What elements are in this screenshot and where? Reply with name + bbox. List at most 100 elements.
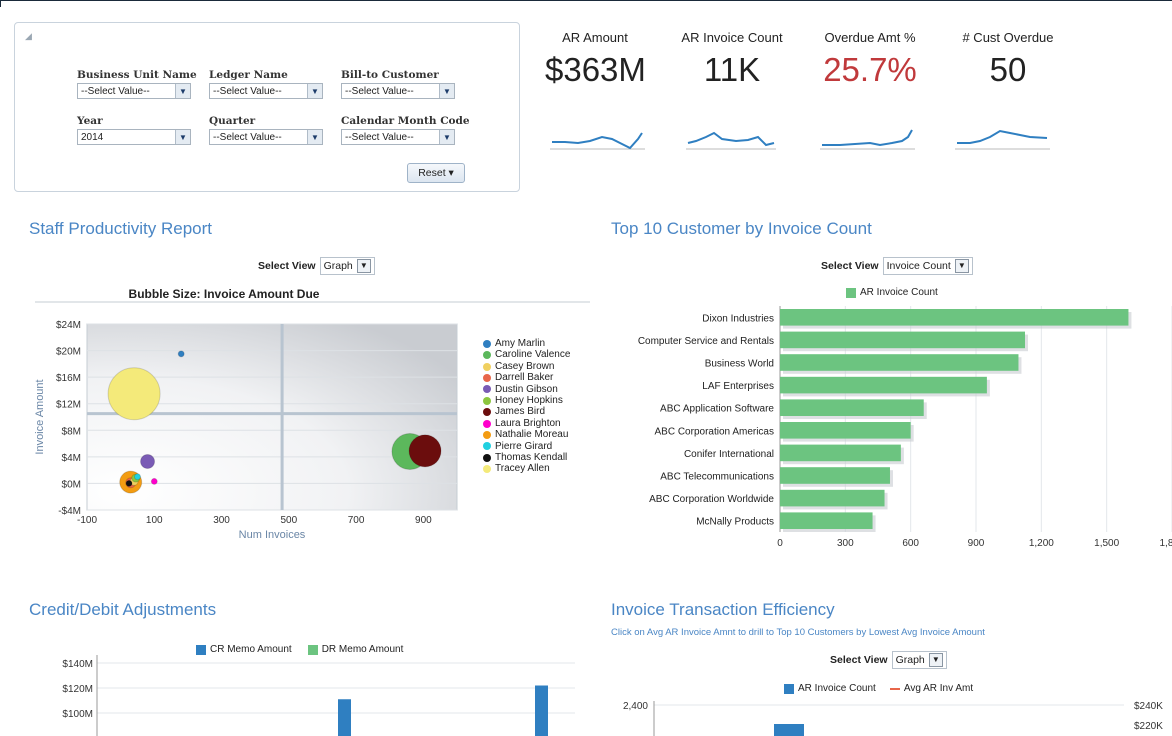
- filter-panel: ◢ Business Unit Name --Select Value-- ▼ L…: [14, 22, 520, 192]
- quarter-filter: Quarter --Select Value-- ▼: [209, 115, 323, 145]
- bar: [780, 489, 885, 507]
- bubble-legend: Amy Marlin Caroline Valence Casey Brown Dar…: [483, 338, 570, 475]
- staff-view-dropdown[interactable]: Graph ▼: [319, 257, 375, 275]
- ledger-select[interactable]: --Select Value-- ▼: [209, 83, 323, 99]
- bar: [535, 685, 548, 736]
- chevron-down-icon[interactable]: ▼: [356, 259, 371, 273]
- legend-dot: [483, 465, 491, 474]
- kpi-value: 11K: [703, 51, 761, 88]
- y2-tick-label: $220K: [1134, 721, 1163, 732]
- bubble-laura-brighton: [150, 477, 158, 485]
- sparkline-cust-overdue: [955, 129, 1050, 150]
- bubble-tracey-allen: [107, 367, 161, 421]
- legend-label: Honey Hopkins: [495, 395, 563, 407]
- y2-tick-label: $240K: [1134, 701, 1163, 712]
- bar: [780, 309, 1129, 326]
- kpi-overdue-pct: Overdue Amt % 25.7%: [805, 30, 935, 89]
- select-view-value: Graph: [895, 654, 925, 666]
- bar: [780, 399, 924, 416]
- chevron-down-icon[interactable]: ▼: [954, 259, 969, 273]
- bubble-amy-marlin: [177, 350, 185, 358]
- bar: [780, 376, 987, 394]
- sparkline-invoice-count: [686, 131, 776, 150]
- chevron-down-icon[interactable]: ▼: [928, 653, 943, 667]
- legend-swatch: [307, 644, 318, 655]
- legend-label: James Bird: [495, 406, 546, 418]
- filter-label: Year: [77, 115, 103, 127]
- select-value: --Select Value--: [213, 85, 282, 97]
- category-label: ABC Corporation Worldwide: [649, 494, 774, 505]
- bubble-pierre-girard: [133, 473, 141, 481]
- top10-view-dropdown[interactable]: Invoice Count ▼: [882, 257, 973, 275]
- category-label: Computer Service and Rentals: [638, 336, 774, 347]
- kpi-value: $363M: [545, 51, 646, 88]
- collapse-icon[interactable]: ◢: [25, 31, 32, 42]
- bar: [780, 512, 873, 529]
- legend-label: AR Invoice Count: [798, 683, 876, 694]
- legend-label: Thomas Kendall: [495, 452, 568, 464]
- legend-item: Tracey Allen: [483, 463, 570, 474]
- kpi-title: Overdue Amt %: [824, 30, 916, 45]
- y-tick-label: $4M: [62, 453, 81, 464]
- bubble-thomas-kendall: [125, 479, 133, 487]
- chevron-down-icon[interactable]: ▼: [307, 84, 322, 98]
- legend-swatch: [784, 683, 794, 694]
- x-tick-label: 900: [968, 538, 985, 549]
- x-tick-label: 1,200: [1029, 538, 1054, 549]
- chevron-down-icon[interactable]: ▼: [439, 130, 454, 144]
- y-tick-label: $140M: [62, 659, 93, 670]
- y-tick-label: $12M: [56, 400, 81, 411]
- legend-item: Darrell Baker: [483, 372, 570, 383]
- filter-label: Bill-to Customer: [341, 69, 439, 81]
- legend-dot: [483, 419, 491, 428]
- bar: [780, 331, 1025, 349]
- top-border: [0, 0, 1172, 7]
- year-select[interactable]: 2014 ▼: [77, 129, 191, 145]
- chevron-down-icon[interactable]: ▼: [439, 84, 454, 98]
- legend-item: Laura Brighton: [483, 418, 570, 429]
- legend-dot: [483, 442, 491, 451]
- staff-select-view: Select View Graph ▼: [258, 257, 375, 275]
- x-tick-label: 900: [415, 515, 432, 526]
- efficiency-view-dropdown[interactable]: Graph ▼: [891, 651, 947, 669]
- legend-label: Caroline Valence: [495, 349, 571, 361]
- legend-label: Nathalie Moreau: [495, 429, 569, 441]
- x-tick-label: 300: [213, 515, 230, 526]
- select-value: --Select Value--: [345, 131, 414, 143]
- top10-legend: AR Invoice Count: [846, 287, 938, 298]
- month-select[interactable]: --Select Value-- ▼: [341, 129, 455, 145]
- x-tick-label: 700: [348, 515, 365, 526]
- kpi-value: 25.7%: [823, 51, 917, 88]
- y-tick-label: $8M: [62, 426, 81, 437]
- legend-label: DR Memo Amount: [321, 644, 404, 655]
- legend-item: Nathalie Moreau: [483, 429, 570, 440]
- chevron-down-icon[interactable]: ▼: [307, 130, 322, 144]
- x-tick-label: 600: [902, 538, 919, 549]
- legend-label: AR Invoice Count: [860, 287, 938, 298]
- kpi-title: AR Invoice Count: [681, 30, 783, 45]
- chevron-down-icon[interactable]: ▼: [175, 84, 190, 98]
- y-tick-label: $100M: [62, 709, 93, 720]
- legend-label: Pierre Girard: [495, 440, 553, 452]
- bill-to-filter: Bill-to Customer --Select Value-- ▼: [341, 69, 455, 99]
- legend-dot: [483, 373, 491, 382]
- x-tick-label: -100: [77, 515, 97, 526]
- select-value: 2014: [81, 131, 104, 143]
- legend-label: Laura Brighton: [495, 417, 561, 429]
- select-view-label: Select View: [821, 260, 879, 272]
- legend-item: Pierre Girard: [483, 441, 570, 452]
- top10-select-view: Select View Invoice Count ▼: [821, 257, 973, 275]
- month-filter: Calendar Month Code --Select Value-- ▼: [341, 115, 470, 145]
- efficiency-legend: AR Invoice Count Avg AR Inv Amt: [784, 683, 973, 694]
- business-unit-select[interactable]: --Select Value-- ▼: [77, 83, 191, 99]
- category-label: Business World: [705, 359, 774, 370]
- chevron-down-icon[interactable]: ▼: [175, 130, 190, 144]
- reset-button[interactable]: Reset ▾: [407, 163, 465, 183]
- legend-dot: [483, 362, 491, 371]
- bill-to-select[interactable]: --Select Value-- ▼: [341, 83, 455, 99]
- x-tick-label: 100: [146, 515, 163, 526]
- legend-dot: [483, 339, 491, 348]
- legend-label: Casey Brown: [495, 360, 555, 372]
- quarter-select[interactable]: --Select Value-- ▼: [209, 129, 323, 145]
- efficiency-subtitle[interactable]: Click on Avg AR Invoice Amnt to drill to…: [611, 627, 985, 638]
